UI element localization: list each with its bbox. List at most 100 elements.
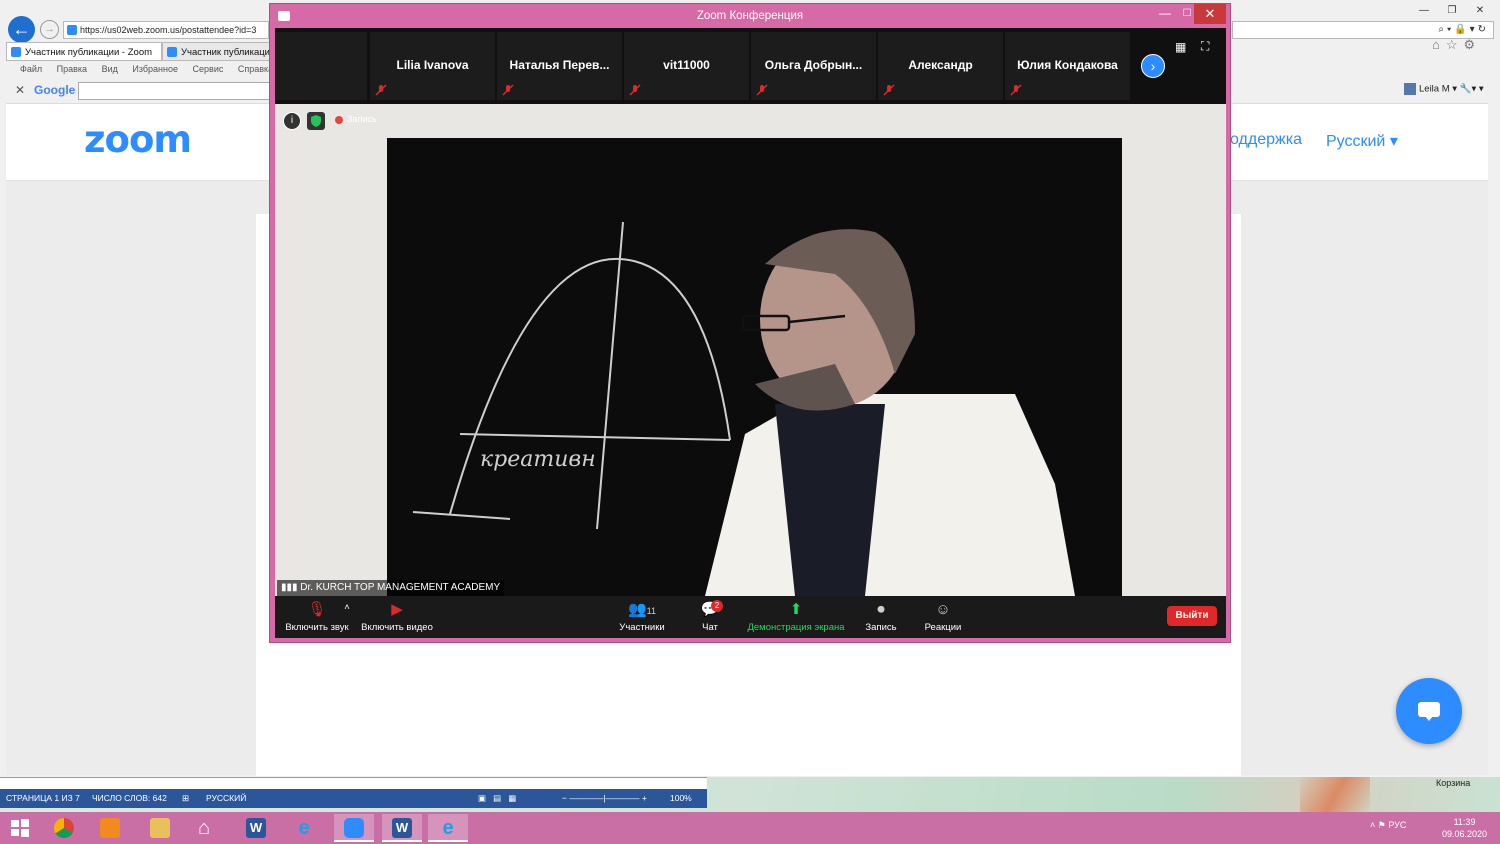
user-name: Leila M ▾ (1419, 83, 1458, 95)
zoom-logo[interactable]: zoom (84, 118, 192, 161)
taskbar-clock[interactable]: 11:39 09.06.2020 (1442, 816, 1487, 840)
recycle-bin-label[interactable]: Корзина (1436, 778, 1470, 788)
word-language[interactable]: РУССКИЙ (206, 789, 246, 808)
audio-options-chevron[interactable]: ˄ (341, 602, 353, 638)
reactions-button[interactable]: ☺ Реакции (921, 600, 965, 636)
menu-favorites[interactable]: Избранное (132, 64, 178, 74)
close-icon[interactable]: ✕ (15, 83, 25, 97)
chat-unread-badge: 2 (711, 600, 723, 612)
menu-help[interactable]: Справка (238, 64, 273, 74)
leave-meeting-button[interactable]: Выйти (1167, 606, 1217, 626)
forward-arrow-icon[interactable]: → (40, 20, 59, 39)
browser-menu-bar: Файл Правка Вид Избранное Сервис Справка (20, 64, 285, 78)
zoom-tab-icon (11, 47, 21, 57)
share-screen-button[interactable]: ⬆ Демонстрация экрана (745, 600, 847, 636)
smiley-icon: ☺ (935, 601, 951, 618)
gallery-view-icon[interactable]: ▦ (1175, 40, 1186, 54)
browser-tab-bar: Участник публикации - Zoom Участник публ… (0, 42, 270, 61)
zoom-minimize-button[interactable]: — (1154, 4, 1176, 26)
chat-button[interactable]: 💬 2 Чат (695, 600, 725, 636)
unmute-label: Включить звук (285, 622, 349, 633)
shield-icon[interactable] (307, 112, 325, 130)
taskbar-media-player[interactable] (90, 814, 130, 842)
shield-glyph (311, 115, 321, 127)
taskbar-word-2[interactable]: W (382, 814, 422, 842)
tray-chevron-icon[interactable]: ˄ (1370, 820, 1378, 830)
info-icon[interactable]: i (283, 112, 301, 130)
signal-icon: ▮▮▮ (281, 582, 301, 593)
participant-tile[interactable]: Александр (878, 32, 1003, 100)
taskbar-word[interactable]: W (236, 814, 276, 842)
word-icon: W (246, 818, 266, 838)
participant-tile[interactable]: Юлия Кондакова (1005, 32, 1130, 100)
participants-strip: Lilia Ivanova Наталья Перев... vit11000 … (275, 28, 1226, 104)
participant-tile[interactable]: Наталья Перев... (497, 32, 622, 100)
word-zoom-level[interactable]: 100% (670, 789, 692, 808)
muted-mic-icon (756, 84, 768, 96)
video-off-icon: ▶ (391, 601, 403, 618)
word-word-count[interactable]: ЧИСЛО СЛОВ: 642 (92, 789, 167, 808)
taskbar-chrome[interactable] (44, 814, 84, 842)
home-star-gear-icons[interactable]: ⌂☆⚙ (1432, 37, 1481, 53)
record-button[interactable]: ⏺ Запись (861, 600, 901, 636)
menu-file[interactable]: Файл (20, 64, 42, 74)
system-tray[interactable]: ˄ ⚑ РУС (1370, 820, 1406, 831)
record-label: Запись (865, 622, 897, 633)
taskbar-home[interactable]: ⌂ (188, 814, 228, 842)
participant-name: Александр (908, 58, 973, 72)
participants-button[interactable]: 👥11 Участники (617, 600, 667, 636)
word-page-count[interactable]: СТРАНИЦА 1 ИЗ 7 (6, 789, 80, 808)
zoom-app-icon (278, 11, 290, 21)
folder-icon (150, 818, 170, 838)
menu-edit[interactable]: Правка (57, 64, 87, 74)
meeting-toolbar: 🎙 Включить звук ˄ ▶ Включить видео 👥11 У… (275, 596, 1226, 638)
taskbar-file-explorer[interactable] (140, 814, 180, 842)
zoom-close-button[interactable]: ✕ (1194, 4, 1226, 24)
speaker-video-frame: креативн (275, 104, 1226, 596)
language-selector[interactable]: Русский ▾ (1326, 131, 1398, 151)
tab-label: Участник публикаци (181, 47, 270, 58)
flag-icon[interactable]: ⚑ (1378, 820, 1389, 830)
participant-tile[interactable]: vit11000 (624, 32, 749, 100)
address-url: https://us02web.zoom.us/postattendee?id=… (80, 25, 257, 35)
fullscreen-icon[interactable]: ⛶ (1201, 39, 1209, 54)
back-arrow-icon[interactable]: ← (8, 16, 35, 43)
tab-zoom-attendee[interactable]: Участник публикации - Zoom (6, 42, 162, 61)
menu-tools[interactable]: Сервис (193, 64, 224, 74)
chevron-right-icon[interactable]: › (1141, 54, 1165, 78)
proofing-icon[interactable]: ⊞ (182, 789, 189, 808)
start-video-button[interactable]: ▶ Включить видео (357, 600, 437, 636)
speaker-video[interactable]: креативн i Запись ▮▮▮ Dr. KURCH TOP MANA… (275, 104, 1226, 596)
menu-view[interactable]: Вид (102, 64, 118, 74)
zoom-window-titlebar[interactable]: Zoom Конференция (270, 4, 1230, 28)
nav-support-link[interactable]: оддержка (1230, 131, 1302, 149)
input-language[interactable]: РУС (1388, 820, 1406, 830)
zoom-favicon-icon (67, 25, 77, 35)
google-search-input[interactable] (78, 82, 270, 100)
avatar (1404, 83, 1416, 95)
user-menu[interactable]: Leila M ▾ 🔧▾ ▾ (1404, 83, 1484, 95)
zoom-slider[interactable]: − ————|———— + (562, 789, 647, 808)
self-view-tile (275, 32, 367, 100)
taskbar-internet-explorer[interactable]: e (284, 814, 324, 842)
start-video-label: Включить видео (361, 622, 433, 633)
wrench-icon[interactable]: 🔧▾ ▾ (1460, 84, 1484, 95)
participant-name: Юлия Кондакова (1017, 58, 1118, 72)
address-bar[interactable]: https://us02web.zoom.us/postattendee?id=… (63, 21, 269, 39)
tab-zoom-attendee-2[interactable]: Участник публикаци (162, 42, 270, 61)
read-mode-icon[interactable]: ▣ ▤ ▦ (478, 789, 516, 808)
taskbar-internet-explorer-2[interactable]: e (428, 814, 468, 842)
muted-mic-icon (1010, 84, 1022, 96)
taskbar-zoom[interactable] (334, 814, 374, 842)
reactions-label: Реакции (924, 622, 962, 633)
participant-tile[interactable]: Lilia Ivanova (370, 32, 495, 100)
participant-tile[interactable]: Ольга Добрын... (751, 32, 876, 100)
search-lock-refresh-icons[interactable]: ⌕▾🔒▾↻ (1438, 24, 1489, 35)
start-button[interactable] (0, 814, 40, 842)
home-icon: ⌂ (198, 817, 211, 839)
chat-bubble-icon (1418, 702, 1440, 717)
share-screen-icon: ⬆ (789, 601, 803, 618)
support-chat-button[interactable] (1396, 678, 1462, 744)
muted-mic-icon (629, 84, 641, 96)
participant-name: Наталья Перев... (509, 58, 610, 72)
